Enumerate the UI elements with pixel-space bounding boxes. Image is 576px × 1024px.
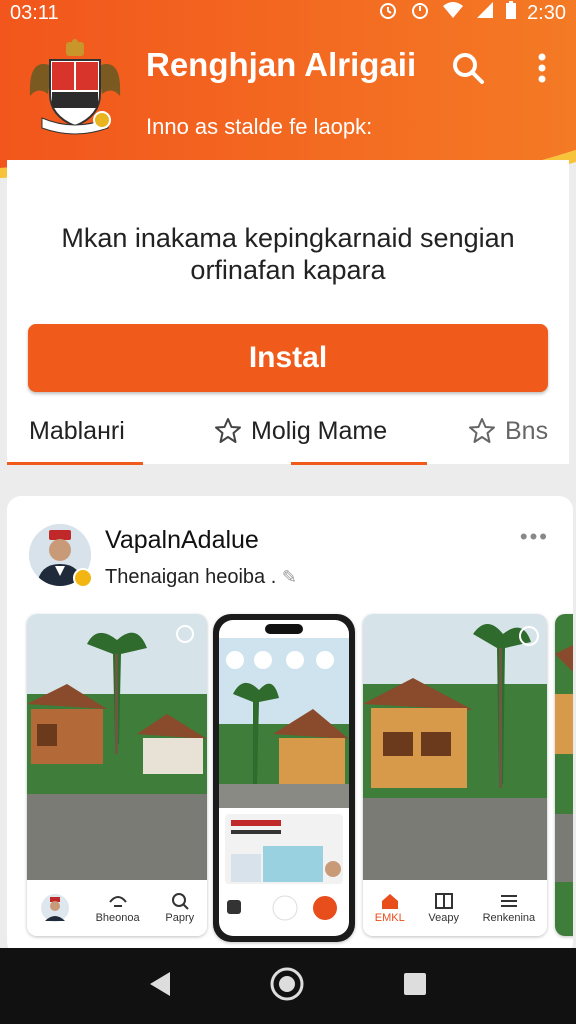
book-icon — [434, 893, 453, 909]
nav-avatar[interactable] — [40, 893, 70, 923]
bottom-nav: EMKL Veapy Renkenina — [363, 880, 547, 936]
app-screenshot-4-partial[interactable] — [555, 614, 573, 936]
star-icon — [215, 418, 241, 443]
battery-icon — [505, 0, 517, 26]
star-icon — [469, 418, 495, 443]
post-subtitle: Thenaigan heoiba . ✎ — [105, 566, 297, 589]
nav-label: Papry — [165, 912, 195, 924]
app-screenshot-3[interactable]: EMKL Veapy Renkenina — [363, 614, 547, 936]
phone-screen-image — [219, 620, 349, 936]
post-card: VapalnAdalue Thenaigan heoiba . ✎ ••• Bh… — [7, 496, 573, 956]
village-scene-image-3 — [555, 614, 573, 936]
tab-bar: Mablaнri Molig Mame Bns — [7, 400, 569, 465]
status-clock: 2:30 — [527, 1, 566, 24]
home-icon — [108, 896, 127, 907]
nav-home[interactable]: Bheonoa — [96, 892, 140, 924]
tab-molig-mame[interactable]: Molig Mame — [213, 400, 387, 462]
back-icon[interactable] — [148, 970, 172, 1003]
nav-search[interactable]: Papry — [165, 892, 194, 924]
verified-badge-icon — [73, 568, 93, 588]
search-icon — [453, 53, 484, 84]
install-description-line1: Mkan inakama kepingkarnaid sengian — [61, 223, 515, 253]
install-button[interactable]: Instal — [28, 324, 548, 392]
leaf-icon: ✎ — [281, 567, 297, 587]
nav-label: Veapy — [428, 912, 459, 924]
menu-icon — [500, 895, 517, 907]
signal-icon — [475, 0, 495, 26]
tab-indicator — [7, 462, 143, 465]
nav-label: Renkenina — [482, 912, 536, 924]
status-bar: 03:11 2:30 — [0, 0, 576, 26]
app-screenshot-1[interactable]: Bheonoa Papry — [27, 614, 207, 936]
search-icon — [171, 893, 189, 910]
app-subtitle: Inno as stalde fe laopk: — [146, 114, 373, 139]
app-title: Renghjan Alrigaii — [146, 46, 417, 83]
nav-home[interactable]: EMKL — [375, 892, 405, 924]
home-icon — [381, 894, 398, 909]
avatar-icon — [40, 894, 69, 922]
nav-menu[interactable]: Renkenina — [482, 892, 536, 924]
install-description: Mkan inakama kepingkarnaid sengian orfin… — [7, 222, 569, 286]
wifi-icon — [441, 0, 465, 26]
nav-label: EMKL — [374, 912, 405, 924]
phone-mockup[interactable] — [213, 614, 355, 942]
tab-bns[interactable]: Bns — [467, 400, 548, 462]
alarm-icon — [377, 0, 399, 27]
home-button-icon[interactable] — [269, 966, 305, 1007]
nav-book[interactable]: Veapy — [428, 892, 459, 924]
timer-icon — [409, 0, 431, 27]
coat-of-arms-logo — [22, 36, 128, 136]
tab-label: Bns — [505, 416, 549, 445]
bottom-nav: Bheonoa Papry — [27, 880, 207, 936]
tab-label: Molig Mame — [251, 416, 388, 445]
tab-mablanri[interactable]: Mablaнri — [29, 400, 125, 462]
install-description-line2: orfinafan kapara — [190, 255, 386, 285]
recents-icon[interactable] — [402, 971, 428, 1002]
post-more-button[interactable]: ••• — [520, 524, 549, 550]
tab-indicator-secondary — [291, 462, 427, 465]
tab-label: Mablaнri — [29, 416, 125, 445]
author-avatar[interactable] — [29, 524, 93, 588]
post-subtitle-text: Thenaigan heoiba . — [105, 566, 277, 588]
install-card: Mkan inakama kepingkarnaid sengian orfin… — [7, 160, 569, 465]
search-button[interactable] — [448, 48, 488, 88]
more-vert-icon — [538, 53, 546, 83]
nav-label: Bheonoa — [95, 912, 140, 924]
status-time: 03:11 — [10, 1, 59, 24]
post-author-name[interactable]: VapalnAdalue — [105, 526, 259, 555]
system-navigation-bar — [0, 948, 576, 1024]
overflow-menu-button[interactable] — [522, 48, 562, 88]
